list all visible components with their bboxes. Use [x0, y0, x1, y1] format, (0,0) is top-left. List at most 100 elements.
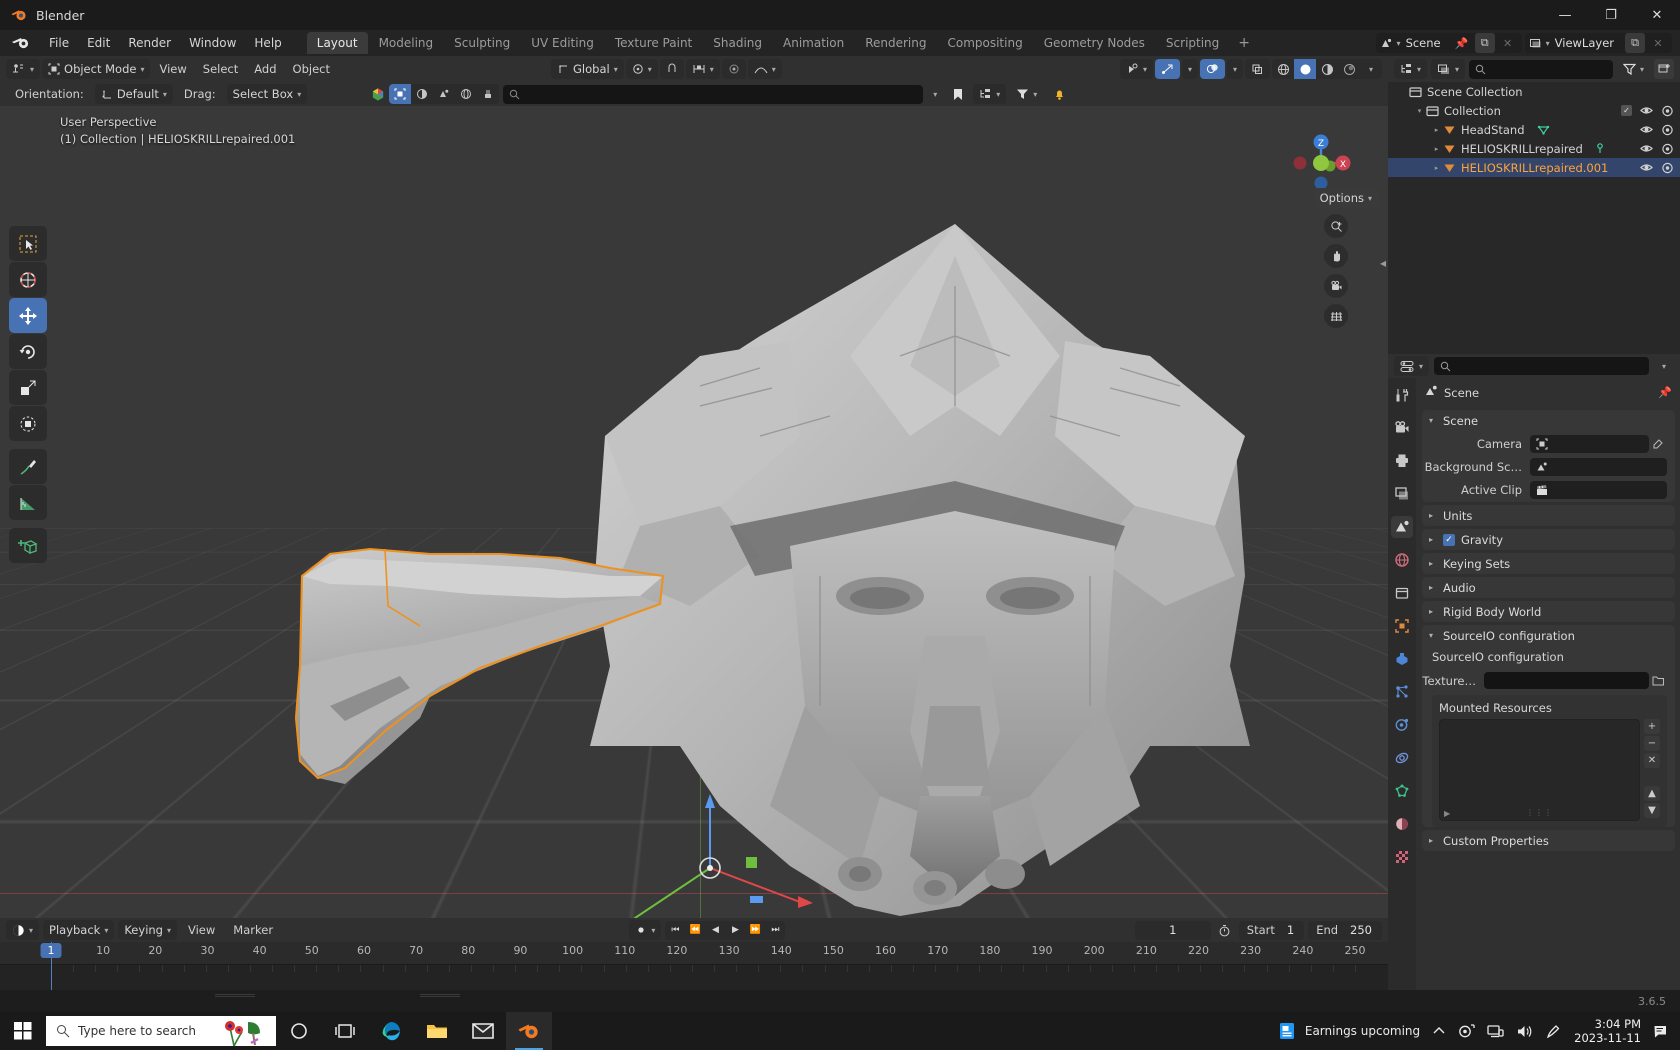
show-hidden-icons-chevron[interactable] [1432, 1024, 1446, 1038]
outliner-display-mode-selector[interactable]: ▾ [1431, 59, 1466, 79]
filter-brush-icon[interactable] [477, 84, 499, 104]
end-frame-field[interactable]: End 250 [1308, 920, 1382, 940]
add-resource-button[interactable]: + [1644, 719, 1660, 734]
notification-bell-icon[interactable] [1047, 84, 1072, 104]
task-view-icon[interactable] [322, 1012, 368, 1050]
filter-scene-icon[interactable] [433, 84, 455, 104]
pen-icon[interactable] [1545, 1024, 1562, 1039]
snap-settings[interactable]: ▾ [685, 59, 720, 79]
filter-materials-icon[interactable] [411, 84, 433, 104]
list-resize-grip[interactable]: ⋮⋮⋮ [1526, 808, 1553, 817]
outliner-row[interactable]: Scene Collection [1388, 82, 1680, 101]
render-tab[interactable] [1391, 417, 1413, 439]
workspace-tab-scripting[interactable]: Scripting [1156, 32, 1229, 54]
object-tab[interactable] [1391, 615, 1413, 637]
active-clip-field[interactable] [1530, 480, 1667, 499]
xray-toggle[interactable] [1245, 59, 1270, 79]
blender-icon[interactable] [506, 1012, 552, 1050]
material-preview-shading-button[interactable] [1316, 59, 1338, 79]
panel-keying-sets-header[interactable]: ▸ Keying Sets [1422, 553, 1675, 574]
sidebar-collapse-arrow[interactable]: ◂ [1380, 256, 1386, 270]
disable-in-renders-icon[interactable] [1661, 124, 1674, 136]
outliner-row[interactable]: ▸ HeadStand [1388, 120, 1680, 139]
remove-resource-button[interactable]: − [1644, 736, 1660, 751]
move-resource-up-button[interactable]: ▲ [1644, 786, 1660, 801]
physics-tab[interactable] [1391, 714, 1413, 736]
timeline-editor-type-selector[interactable]: ▾ [6, 920, 40, 940]
delete-scene-icon[interactable]: ✕ [1498, 33, 1518, 53]
transform-tool[interactable] [9, 406, 47, 441]
panel-custom-properties[interactable]: ▸ Custom Properties [1422, 830, 1675, 851]
workspace-tab-uv-editing[interactable]: UV Editing [521, 32, 604, 54]
solid-shading-button[interactable] [1294, 59, 1316, 79]
transform-orientation-selector[interactable]: Global ▾ [551, 59, 624, 79]
active-clip-row[interactable]: Active Clip [1422, 479, 1675, 500]
rendered-shading-button[interactable] [1338, 59, 1360, 79]
view-layer-tab[interactable] [1391, 483, 1413, 505]
network-icon[interactable] [1487, 1024, 1504, 1039]
play-reverse-icon[interactable]: ◀ [705, 921, 725, 940]
panel-gravity-header[interactable]: ▸ ✓ Gravity [1422, 529, 1675, 550]
show-overlays-toggle[interactable] [1199, 59, 1225, 79]
outliner-row[interactable]: ▾ Collection ✓ [1388, 101, 1680, 120]
viewport-menu-add[interactable]: Add [247, 62, 283, 76]
scene-selector[interactable]: ▾ Scene 📌 ⧉ ✕ [1375, 33, 1522, 53]
panel-scene-header[interactable]: ▾ Scene [1422, 410, 1675, 431]
menu-file[interactable]: File [40, 33, 78, 53]
texture-field[interactable] [1484, 672, 1649, 689]
start-frame-field[interactable]: Start 1 [1238, 920, 1305, 940]
gravity-checkbox[interactable]: ✓ [1443, 533, 1455, 546]
viewport-menu-view[interactable]: View [152, 62, 193, 76]
annotate-tool[interactable] [9, 449, 47, 484]
disclosure-triangle[interactable]: ▸ [1430, 126, 1443, 134]
area-drag-handle[interactable] [420, 994, 460, 997]
shading-settings-button[interactable]: ▾ [1360, 59, 1382, 79]
file-explorer-icon[interactable] [414, 1012, 460, 1050]
properties-panel-column[interactable]: Scene 📌 ▾ Scene Camera Background Sc… Ac… [1416, 378, 1680, 990]
workspace-tab-animation[interactable]: Animation [773, 32, 854, 54]
constraints-tab[interactable] [1391, 747, 1413, 769]
close-button[interactable]: ✕ [1634, 0, 1680, 30]
volume-icon[interactable] [1516, 1024, 1533, 1039]
properties-options-icon[interactable]: ▾ [1654, 356, 1674, 376]
outliner-filter-icon[interactable]: ▾ [1617, 59, 1650, 79]
panel-units[interactable]: ▸ Units [1422, 505, 1675, 526]
pin-scene-icon[interactable]: 📌 [1452, 33, 1472, 53]
outliner-row[interactable]: ▸ HELIOSKRILLrepaired.001 [1388, 158, 1680, 177]
timeline-body[interactable]: 10 20 30 40 50 60 70 80 90 100 110 120 130 140 150 160 1… [0, 942, 1388, 990]
hand-icon[interactable] [1324, 244, 1348, 268]
timeline-menu-view[interactable]: View [181, 923, 222, 937]
clear-resource-button[interactable]: ✕ [1644, 753, 1660, 768]
workspace-tab-shading[interactable]: Shading [703, 32, 772, 54]
hide-in-viewport-icon[interactable] [1640, 124, 1653, 135]
visibility-selector[interactable]: ▾ [1119, 59, 1153, 79]
collection-tab[interactable] [1391, 582, 1413, 604]
panel-keying-sets[interactable]: ▸ Keying Sets [1422, 553, 1675, 574]
outliner-search-input[interactable] [1469, 59, 1613, 79]
auto-keying-toggle[interactable]: ▾ [629, 920, 662, 940]
webcam-icon[interactable] [1458, 1023, 1475, 1039]
properties-editor-type-selector[interactable]: ▾ [1394, 356, 1430, 376]
particles-tab[interactable] [1391, 681, 1413, 703]
disclosure-triangle[interactable]: ▾ [1413, 107, 1426, 115]
scale-tool[interactable] [9, 370, 47, 405]
texture-browse-icon[interactable] [1649, 675, 1667, 687]
panel-sourceio-configuration[interactable]: ▾ SourceIO configuration SourceIO config… [1422, 625, 1675, 827]
jump-start-icon[interactable]: ⏮ [665, 921, 685, 940]
hide-in-viewport-icon[interactable] [1640, 143, 1653, 154]
background-scene-field[interactable] [1530, 457, 1667, 476]
play-icon[interactable]: ▶ [725, 921, 745, 940]
search-expand-button[interactable]: ▾ [927, 84, 943, 104]
hide-in-viewport-icon[interactable] [1640, 162, 1653, 173]
zoom-icon[interactable] [1324, 214, 1348, 238]
mail-icon[interactable] [460, 1012, 506, 1050]
timeline-menu-keying[interactable]: Keying ▾ [118, 920, 177, 940]
mounted-resources-list[interactable]: ▶ ⋮⋮⋮ [1439, 719, 1640, 821]
output-tab[interactable] [1391, 450, 1413, 472]
camera-eyedropper-icon[interactable] [1649, 438, 1667, 450]
proportional-falloff-selector[interactable]: ▾ [747, 59, 782, 79]
new-viewlayer-icon[interactable]: ⧉ [1625, 33, 1645, 53]
action-center-icon[interactable] [1653, 1024, 1670, 1039]
disclosure-triangle[interactable]: ▸ [1430, 164, 1443, 172]
color-wheel-icon[interactable] [371, 87, 385, 101]
